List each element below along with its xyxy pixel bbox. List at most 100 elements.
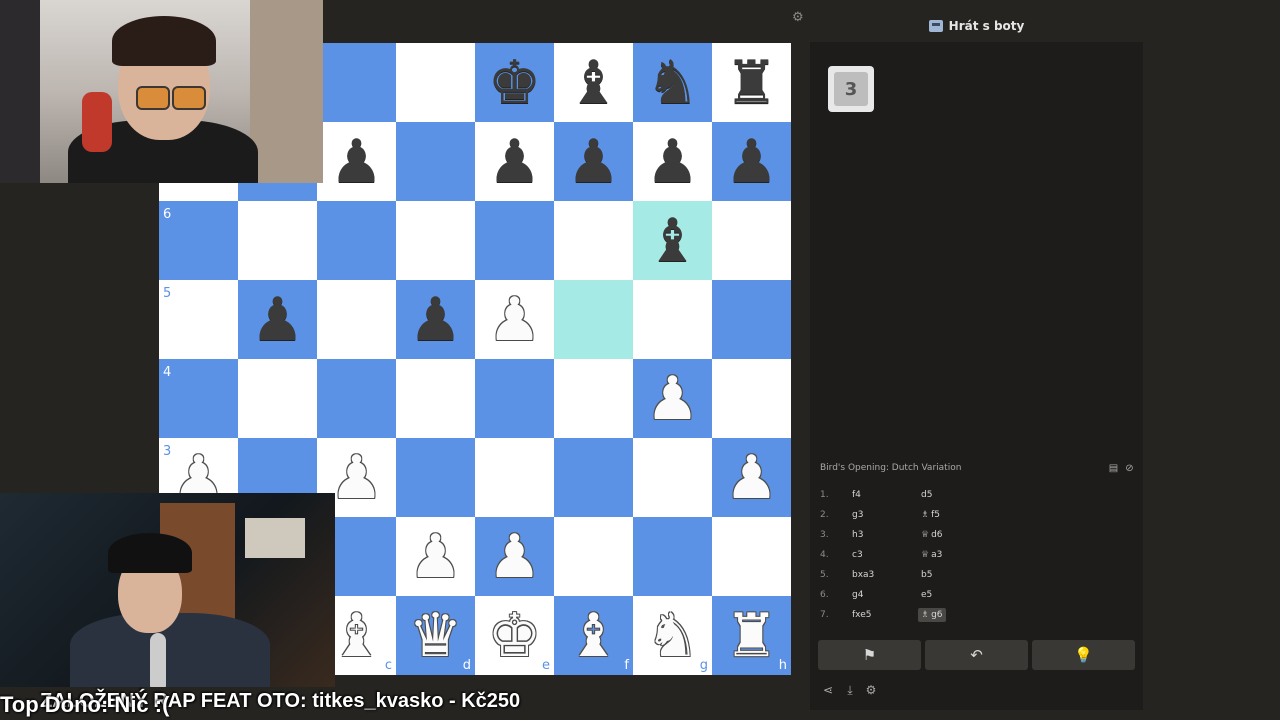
black-pawn-g7[interactable]: ♟: [633, 122, 712, 201]
square-f4[interactable]: [554, 359, 633, 438]
square-a6[interactable]: 6: [159, 201, 238, 280]
square-c7[interactable]: ♟: [317, 122, 396, 201]
square-g4[interactable]: ♟: [633, 359, 712, 438]
black-bishop-f8[interactable]: ♝: [554, 43, 633, 122]
black-move[interactable]: b5: [918, 568, 935, 582]
black-move[interactable]: ♗ f5: [918, 508, 943, 522]
panel-title: Hrát s boty: [948, 19, 1025, 33]
square-e6[interactable]: [475, 201, 554, 280]
white-pawn-e2[interactable]: ♟: [475, 517, 554, 596]
square-f5[interactable]: [554, 280, 633, 359]
square-e2[interactable]: ♟: [475, 517, 554, 596]
black-pawn-b5[interactable]: ♟: [238, 280, 317, 359]
square-d6[interactable]: [396, 201, 475, 280]
white-queen-d1[interactable]: ♛: [396, 596, 475, 675]
square-a5[interactable]: 5: [159, 280, 238, 359]
webcam-top: [0, 0, 323, 183]
square-g8[interactable]: ♞: [633, 43, 712, 122]
bot-level-chip: 3: [820, 58, 882, 120]
square-b6[interactable]: [238, 201, 317, 280]
white-pawn-g4[interactable]: ♟: [633, 359, 712, 438]
square-h8[interactable]: ♜: [712, 43, 791, 122]
white-knight-g1[interactable]: ♞: [633, 596, 712, 675]
undo-icon: ↶: [970, 646, 983, 664]
square-a4[interactable]: 4: [159, 359, 238, 438]
square-f2[interactable]: [554, 517, 633, 596]
white-move[interactable]: h3: [852, 530, 863, 540]
square-f3[interactable]: [554, 438, 633, 517]
white-move[interactable]: f4: [852, 490, 861, 500]
black-move[interactable]: d5: [918, 488, 935, 502]
square-h6[interactable]: [712, 201, 791, 280]
black-rook-h8[interactable]: ♜: [712, 43, 791, 122]
white-rook-h1[interactable]: ♜: [712, 596, 791, 675]
black-move[interactable]: ♗ g6: [918, 608, 946, 622]
square-g2[interactable]: [633, 517, 712, 596]
white-pawn-d2[interactable]: ♟: [396, 517, 475, 596]
square-e1[interactable]: e ♚: [475, 596, 554, 675]
square-h5[interactable]: [712, 280, 791, 359]
square-g5[interactable]: [633, 280, 712, 359]
square-b4[interactable]: [238, 359, 317, 438]
square-d3[interactable]: [396, 438, 475, 517]
white-king-e1[interactable]: ♚: [475, 596, 554, 675]
white-pawn-h3[interactable]: ♟: [712, 438, 791, 517]
square-h2[interactable]: [712, 517, 791, 596]
square-h1[interactable]: h ♜: [712, 596, 791, 675]
square-e5[interactable]: ♟: [475, 280, 554, 359]
square-e3[interactable]: [475, 438, 554, 517]
white-move[interactable]: fxe5: [852, 610, 871, 620]
square-d8[interactable]: [396, 43, 475, 122]
board-settings-icon[interactable]: ⚙: [792, 11, 806, 25]
square-c5[interactable]: [317, 280, 396, 359]
square-d4[interactable]: [396, 359, 475, 438]
square-e8[interactable]: ♚: [475, 43, 554, 122]
square-h7[interactable]: ♟: [712, 122, 791, 201]
square-g1[interactable]: g ♞: [633, 596, 712, 675]
black-move[interactable]: e5: [918, 588, 935, 602]
square-f7[interactable]: ♟: [554, 122, 633, 201]
square-f8[interactable]: ♝: [554, 43, 633, 122]
square-d1[interactable]: d ♛: [396, 596, 475, 675]
takeback-button[interactable]: ↶: [925, 640, 1028, 670]
white-bishop-f1[interactable]: ♝: [554, 596, 633, 675]
black-pawn-h7[interactable]: ♟: [712, 122, 791, 201]
white-move[interactable]: g3: [852, 510, 863, 520]
black-bishop-g6[interactable]: ♝: [633, 201, 712, 280]
resign-button[interactable]: ⚑: [818, 640, 921, 670]
black-knight-g8[interactable]: ♞: [633, 43, 712, 122]
square-g7[interactable]: ♟: [633, 122, 712, 201]
book-icon[interactable]: ▤: [1108, 463, 1119, 474]
square-c8[interactable]: [317, 43, 396, 122]
square-d5[interactable]: ♟: [396, 280, 475, 359]
explorer-icon[interactable]: ⊘: [1124, 463, 1135, 474]
square-d2[interactable]: ♟: [396, 517, 475, 596]
square-b5[interactable]: ♟: [238, 280, 317, 359]
square-h3[interactable]: ♟: [712, 438, 791, 517]
white-move[interactable]: c3: [852, 550, 863, 560]
black-move[interactable]: ♕ a3: [918, 548, 945, 562]
square-f6[interactable]: [554, 201, 633, 280]
white-move[interactable]: bxa3: [852, 570, 874, 580]
black-pawn-d5[interactable]: ♟: [396, 280, 475, 359]
black-king-e8[interactable]: ♚: [475, 43, 554, 122]
square-c6[interactable]: [317, 201, 396, 280]
black-move-text: a3: [931, 550, 943, 560]
square-g6[interactable]: ♝: [633, 201, 712, 280]
square-d7[interactable]: [396, 122, 475, 201]
square-e4[interactable]: [475, 359, 554, 438]
white-move[interactable]: g4: [852, 590, 863, 600]
move-row: 2. g3 ♗ f5: [810, 505, 1143, 525]
square-h4[interactable]: [712, 359, 791, 438]
square-g3[interactable]: [633, 438, 712, 517]
square-c4[interactable]: [317, 359, 396, 438]
black-pawn-e7[interactable]: ♟: [475, 122, 554, 201]
black-pawn-f7[interactable]: ♟: [554, 122, 633, 201]
opening-bar: Bird's Opening: Dutch Variation ▤ ⊘: [810, 460, 1143, 480]
black-pawn-c7[interactable]: ♟: [317, 122, 396, 201]
square-f1[interactable]: f ♝: [554, 596, 633, 675]
white-pawn-e5[interactable]: ♟: [475, 280, 554, 359]
square-e7[interactable]: ♟: [475, 122, 554, 201]
black-move[interactable]: ♕ d6: [918, 528, 946, 542]
hint-button[interactable]: 💡: [1032, 640, 1135, 670]
